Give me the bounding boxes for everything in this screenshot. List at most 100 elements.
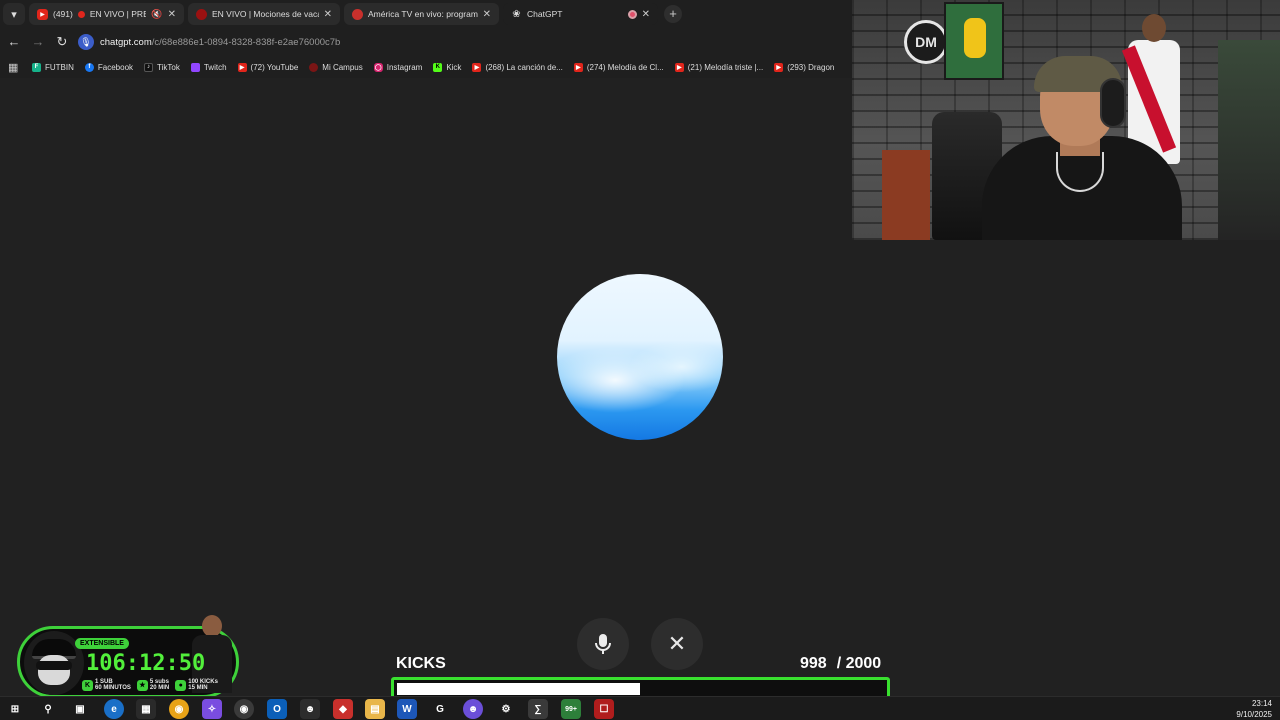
extensible-badge: EXTENSIBLE	[75, 638, 129, 649]
notification-app-icon[interactable]: 99+	[561, 699, 581, 719]
rule-sub: K1 SUB 60 MINUTOS	[82, 679, 131, 691]
kicks-target: / 2000	[836, 655, 882, 672]
bookmark-kick[interactable]: K Kick	[433, 62, 462, 72]
tab-chatgpt[interactable]: ❀ ChatGPT ✕	[503, 3, 658, 25]
tab-youtube-live[interactable]: ▶ (491) EN VIVO | PRESEN 🔇 ✕	[29, 3, 184, 25]
futbin-icon: F	[32, 62, 41, 72]
outlook-icon[interactable]: O	[267, 699, 287, 719]
end-voice-button[interactable]: ✕	[651, 618, 703, 670]
bookmark-futbin[interactable]: F FUTBIN	[32, 62, 74, 72]
rule-line: 15 MIN	[188, 685, 208, 691]
forward-button[interactable]: →	[28, 32, 48, 52]
tab-strip: ▾ ▶ (491) EN VIVO | PRESEN 🔇 ✕ EN VIVO |…	[0, 0, 852, 28]
steam-icon[interactable]: ⚙	[496, 699, 516, 719]
reload-button[interactable]: ↻	[52, 32, 72, 52]
app-icon[interactable]: ☻	[300, 699, 320, 719]
url-path: /c/68e886e1-0894-8328-838f-e2ae76000c7b	[151, 36, 341, 48]
microphone-button[interactable]	[577, 618, 629, 670]
webcam-overlay: DM	[852, 0, 1280, 240]
store-icon[interactable]: ▦	[136, 699, 156, 719]
word-icon[interactable]: W	[397, 699, 417, 719]
kicks-goal-count: 998 / 2000	[800, 655, 881, 673]
browser-toolbar: ← → ↻ 🎙 chatgpt.com/c/68e886e1-0894-8328…	[0, 28, 852, 56]
kicks-current: 998	[800, 655, 827, 672]
voice-orb	[557, 274, 723, 440]
subathon-timer-widget: EXTENSIBLE 106:12:50 K1 SUB 60 MINUTOS ★ 5…	[17, 615, 239, 698]
tab-title: EN VIVO | Mociones de vacancia	[212, 9, 319, 19]
bookmark-label: (21) Melodía triste |...	[687, 62, 764, 72]
bookmark-instagram[interactable]: ◯ Instagram	[373, 62, 423, 72]
bookmark-youtube-sad[interactable]: ▶ (21) Melodía triste |...	[674, 62, 764, 72]
back-button[interactable]: ←	[4, 32, 24, 52]
bookmark-youtube-dragon[interactable]: ▶ (293) Dragon	[774, 62, 834, 72]
bookmark-youtube-melody[interactable]: ▶ (274) Melodía de Cl...	[573, 62, 664, 72]
youtube-icon: ▶	[774, 62, 784, 72]
tab-title: ChatGPT	[527, 9, 563, 19]
timer-rules: K1 SUB 60 MINUTOS ★ 5 subs 20 MIN ● 100 KICK…	[82, 679, 218, 691]
youtube-icon: ▶	[472, 62, 482, 72]
logitech-icon[interactable]: G	[430, 699, 450, 719]
search-icon[interactable]: ⚲	[38, 699, 58, 719]
security-app-icon[interactable]: ☐	[594, 699, 614, 719]
close-tab-icon[interactable]: ✕	[483, 9, 491, 20]
tab-title: EN VIVO | PRESEN	[89, 9, 147, 19]
discord-icon[interactable]: ☻	[463, 699, 483, 719]
system-clock[interactable]: 23:14 9/10/2025	[1236, 698, 1272, 720]
bookmark-label: Kick	[446, 62, 462, 72]
windows-start-icon[interactable]: ⊞	[5, 699, 25, 719]
windows-taskbar: ⊞ ⚲ ▣ e ▦ ◉ ✧ ◉ O ☻ ◆ ▤ W G ☻ ⚙ ∑ 99+ ☐ …	[0, 696, 1280, 720]
close-tab-icon[interactable]: ✕	[168, 9, 176, 20]
youtube-icon: ▶	[573, 62, 583, 72]
apps-grid-icon[interactable]: ▦	[8, 61, 22, 74]
kicks-goal-label: KICKS	[396, 655, 446, 672]
tiktok-icon: ♪	[144, 62, 154, 72]
instagram-icon: ◯	[373, 62, 383, 72]
bookmark-label: (72) YouTube	[250, 62, 299, 72]
bookmark-youtube[interactable]: ▶ (72) YouTube	[237, 62, 299, 72]
tab-america-tv[interactable]: América TV en vivo: programación ✕	[344, 3, 499, 25]
rule-kicks: ● 100 KICKs 15 MIN	[175, 679, 218, 691]
channel-icon	[196, 8, 207, 20]
bookmark-label: Facebook	[97, 62, 134, 72]
tab-mociones[interactable]: EN VIVO | Mociones de vacancia ✕	[188, 3, 340, 25]
kicks-progress-fill	[397, 683, 640, 695]
file-explorer-icon[interactable]: ▤	[365, 699, 385, 719]
calculator-icon[interactable]: ∑	[528, 699, 548, 719]
bookmark-label: (274) Melodía de Cl...	[586, 62, 664, 72]
bookmark-mi-campus[interactable]: Mi Campus	[309, 62, 363, 72]
close-tab-icon[interactable]: ✕	[642, 9, 650, 20]
live-dot-icon	[77, 10, 85, 18]
youtube-icon: ▶	[37, 8, 48, 20]
rule-five-subs: ★ 5 subs 20 MIN	[136, 679, 169, 691]
facebook-icon: f	[84, 62, 94, 72]
edge-icon[interactable]: e	[104, 699, 124, 719]
obs-icon[interactable]: ◉	[234, 699, 254, 719]
twitch-icon	[190, 62, 200, 72]
kick-icon: K	[433, 62, 443, 72]
streaming-app-icon[interactable]: ◆	[333, 699, 353, 719]
new-tab-button[interactable]: +	[664, 5, 682, 23]
screen: ▾ ▶ (491) EN VIVO | PRESEN 🔇 ✕ EN VIVO |…	[0, 0, 1280, 720]
copilot-icon[interactable]: ✧	[202, 699, 222, 719]
youtube-icon: ▶	[237, 62, 247, 72]
timer-value: 106:12:50	[86, 651, 206, 676]
notification-badge: 99+	[565, 705, 577, 713]
youtube-icon: ▶	[674, 62, 684, 72]
url-host: chatgpt.com	[100, 36, 152, 48]
bookmark-label: FUTBIN	[45, 62, 74, 72]
bookmark-facebook[interactable]: f Facebook	[84, 62, 134, 72]
site-settings-icon[interactable]: 🎙	[78, 34, 94, 50]
tab-search-button[interactable]: ▾	[3, 3, 25, 25]
close-tab-icon[interactable]: ✕	[324, 9, 332, 20]
address-bar[interactable]: 🎙 chatgpt.com/c/68e886e1-0894-8328-838f-…	[78, 31, 838, 53]
task-view-icon[interactable]: ▣	[70, 699, 90, 719]
chrome-icon[interactable]: ◉	[169, 699, 189, 719]
bookmark-tiktok[interactable]: ♪ TikTok	[144, 62, 180, 72]
cabinet	[882, 150, 930, 240]
bookmarks-bar: ▦ F FUTBIN f Facebook ♪ TikTok Twitch ▶ (72)…	[0, 56, 852, 78]
bookmark-label: Instagram	[386, 62, 423, 72]
muted-speaker-icon[interactable]: 🔇	[151, 9, 162, 20]
microphone-icon	[595, 634, 611, 654]
bookmark-twitch[interactable]: Twitch	[190, 62, 227, 72]
bookmark-youtube-song[interactable]: ▶ (268) La canción de...	[472, 62, 563, 72]
